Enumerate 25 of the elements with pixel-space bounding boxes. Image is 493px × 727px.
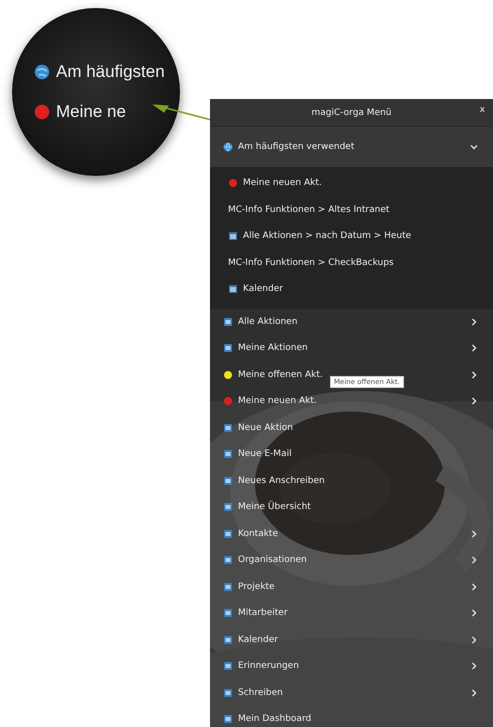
menu-item[interactable]: Mitarbeiter [210,600,493,626]
menu-item[interactable]: Meine Aktionen [210,335,493,362]
menu-item[interactable]: Meine neuen Akt. [210,170,493,196]
menu-item[interactable]: MC-Info Funktionen > Altes Intranet [210,196,493,223]
menu-item[interactable]: Neue Aktion [210,414,493,441]
menu-item[interactable]: Alle Aktionen [210,308,493,335]
menu-item[interactable]: Neues Anschreiben [210,468,493,494]
menu-item[interactable]: MC-Info Funktionen > CheckBackups [210,250,493,276]
menu-item[interactable]: Mein Dashboard [210,706,493,727]
menu-item[interactable]: Projekte [210,574,493,600]
menu-item[interactable]: Kalender [210,276,493,302]
menu-item[interactable]: Kalender [210,626,493,653]
menu-item[interactable]: Schreiben [210,680,493,706]
menu-label: Meine ne [56,102,126,122]
close-button[interactable]: x [478,105,487,115]
menu-item[interactable]: Organisationen [210,547,493,574]
menu-item[interactable]: Neue E-Mail [210,441,493,468]
section-header[interactable]: Am häufigsten verwendet [210,127,493,167]
menu-item[interactable]: Meine Übersicht [210,494,493,520]
menu-item[interactable]: Kontakte [210,520,493,547]
menu-item[interactable]: Meine neuen Akt. [210,388,493,414]
menu-item[interactable]: Alle Aktionen > nach Datum > Heute [210,223,493,250]
window-title: magiC-orga Menü [311,108,392,118]
menu-label: Am häufigsten [56,62,165,82]
menu-item[interactable]: Erinnerungen [210,653,493,680]
